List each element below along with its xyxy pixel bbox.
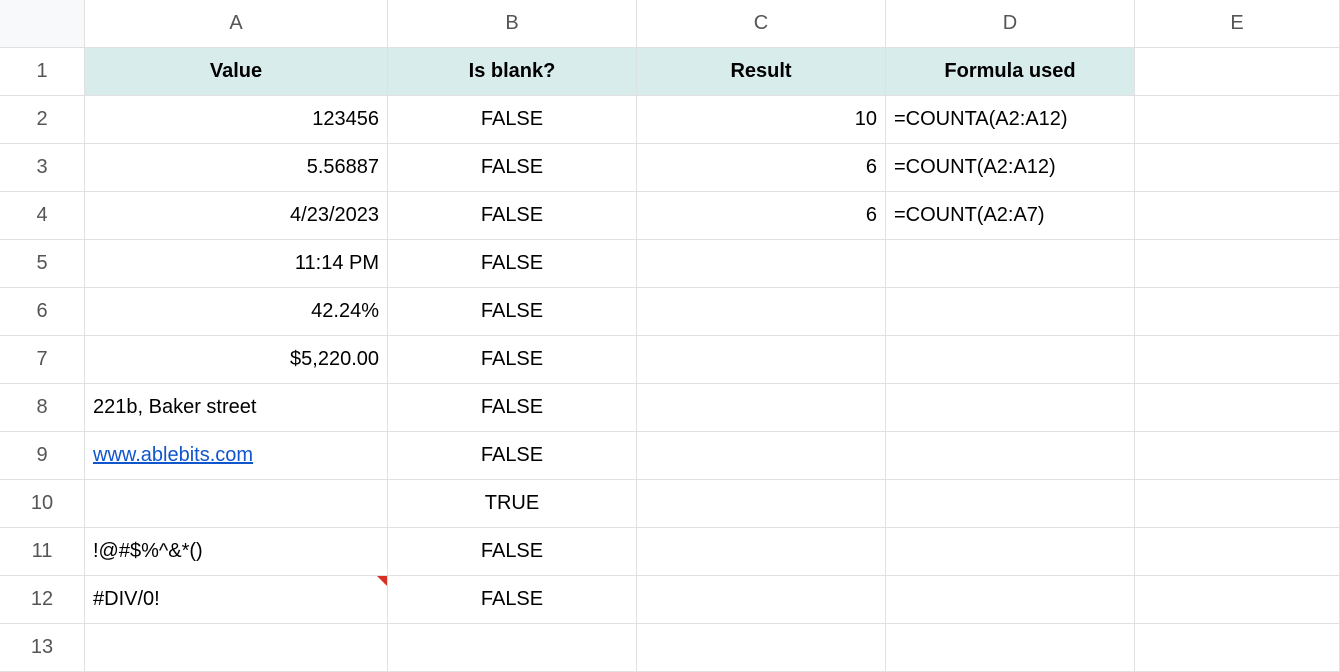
cell-B4[interactable]: FALSE [388,192,637,240]
cell-D13[interactable] [886,624,1135,672]
cell-B13[interactable] [388,624,637,672]
cell-C1[interactable]: Result [637,48,886,96]
cell-E1[interactable] [1135,48,1340,96]
row-header-10[interactable]: 10 [0,480,85,528]
cell-C7[interactable] [637,336,886,384]
cell-C3[interactable]: 6 [637,144,886,192]
cell-E3[interactable] [1135,144,1340,192]
cell-A10[interactable] [85,480,388,528]
cell-C8[interactable] [637,384,886,432]
cell-D9[interactable] [886,432,1135,480]
row-header-9[interactable]: 9 [0,432,85,480]
cell-D7[interactable] [886,336,1135,384]
cell-B12[interactable]: FALSE [388,576,637,624]
cell-D3[interactable]: =COUNT(A2:A12) [886,144,1135,192]
error-indicator [377,576,387,586]
cell-B3[interactable]: FALSE [388,144,637,192]
row-header-11[interactable]: 11 [0,528,85,576]
row-header-8[interactable]: 8 [0,384,85,432]
cell-A8[interactable]: 221b, Baker street [85,384,388,432]
cell-D5[interactable] [886,240,1135,288]
cell-A1[interactable]: Value [85,48,388,96]
cell-C2[interactable]: 10 [637,96,886,144]
cell-B2[interactable]: FALSE [388,96,637,144]
cell-A11[interactable]: !@#$%^&*() [85,528,388,576]
cell-E8[interactable] [1135,384,1340,432]
cell-D4[interactable]: =COUNT(A2:A7) [886,192,1135,240]
cell-C4[interactable]: 6 [637,192,886,240]
cell-C12[interactable] [637,576,886,624]
cell-C6[interactable] [637,288,886,336]
cell-E5[interactable] [1135,240,1340,288]
column-header-C[interactable]: C [637,0,886,48]
cell-A12[interactable]: #DIV/0! [85,576,388,624]
row-header-12[interactable]: 12 [0,576,85,624]
column-header-B[interactable]: B [388,0,637,48]
cell-A13[interactable] [85,624,388,672]
cell-B9[interactable]: FALSE [388,432,637,480]
column-header-D[interactable]: D [886,0,1135,48]
row-header-4[interactable]: 4 [0,192,85,240]
cell-D10[interactable] [886,480,1135,528]
cell-D1[interactable]: Formula used [886,48,1135,96]
cell-E4[interactable] [1135,192,1340,240]
select-all-corner[interactable] [0,0,85,48]
cell-B10[interactable]: TRUE [388,480,637,528]
cell-A2[interactable]: 123456 [85,96,388,144]
cell-E2[interactable] [1135,96,1340,144]
column-header-E[interactable]: E [1135,0,1340,48]
cell-E10[interactable] [1135,480,1340,528]
row-header-7[interactable]: 7 [0,336,85,384]
column-header-A[interactable]: A [85,0,388,48]
link-text[interactable]: www.ablebits.com [93,444,253,467]
cell-D12[interactable] [886,576,1135,624]
cell-D8[interactable] [886,384,1135,432]
cell-B1[interactable]: Is blank? [388,48,637,96]
cell-A7[interactable]: $5,220.00 [85,336,388,384]
cell-A6[interactable]: 42.24% [85,288,388,336]
cell-A5[interactable]: 11:14 PM [85,240,388,288]
row-header-2[interactable]: 2 [0,96,85,144]
cell-B8[interactable]: FALSE [388,384,637,432]
row-header-13[interactable]: 13 [0,624,85,672]
cell-E7[interactable] [1135,336,1340,384]
cell-A9[interactable]: www.ablebits.com [85,432,388,480]
row-header-3[interactable]: 3 [0,144,85,192]
cell-A4[interactable]: 4/23/2023 [85,192,388,240]
cell-E9[interactable] [1135,432,1340,480]
cell-C9[interactable] [637,432,886,480]
cell-B7[interactable]: FALSE [388,336,637,384]
cell-D6[interactable] [886,288,1135,336]
cell-D11[interactable] [886,528,1135,576]
cell-D2[interactable]: =COUNTA(A2:A12) [886,96,1135,144]
row-header-5[interactable]: 5 [0,240,85,288]
cell-C10[interactable] [637,480,886,528]
row-header-1[interactable]: 1 [0,48,85,96]
row-header-6[interactable]: 6 [0,288,85,336]
cell-B5[interactable]: FALSE [388,240,637,288]
cell-C13[interactable] [637,624,886,672]
cell-E12[interactable] [1135,576,1340,624]
cell-E6[interactable] [1135,288,1340,336]
cell-B6[interactable]: FALSE [388,288,637,336]
cell-B11[interactable]: FALSE [388,528,637,576]
cell-E13[interactable] [1135,624,1340,672]
cell-C5[interactable] [637,240,886,288]
cell-A3[interactable]: 5.56887 [85,144,388,192]
cell-C11[interactable] [637,528,886,576]
cell-E11[interactable] [1135,528,1340,576]
